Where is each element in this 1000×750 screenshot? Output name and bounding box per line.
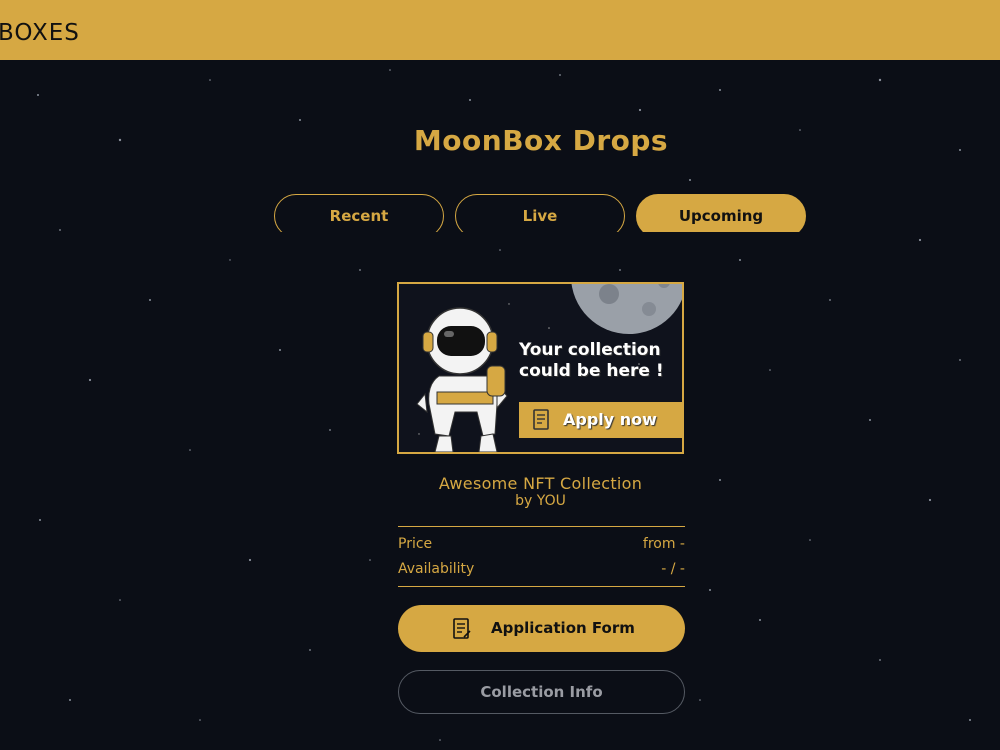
apply-now-label: Apply now <box>563 410 657 429</box>
availability-label: Availability <box>398 561 475 577</box>
page-title: MoonBox Drops <box>413 124 669 157</box>
divider-top <box>398 526 685 527</box>
top-navigation-bar: BOXES <box>0 0 1000 60</box>
banner-tagline: Your collection could be here ! <box>519 340 679 382</box>
tab-live[interactable]: Live <box>455 194 625 232</box>
banner-line-2: could be here ! <box>519 361 664 381</box>
apply-now-button[interactable]: Apply now <box>519 402 682 438</box>
collection-title: Awesome NFT Collection <box>438 474 643 493</box>
astronaut-icon <box>416 307 508 452</box>
price-value: from - <box>642 536 685 552</box>
drop-tabs: Recent Live Upcoming <box>274 194 810 232</box>
collection-creator: by YOU <box>515 493 566 509</box>
tab-recent[interactable]: Recent <box>274 194 444 232</box>
price-label: Price <box>398 536 433 552</box>
divider-bottom <box>398 586 685 587</box>
collection-banner[interactable]: Your collection could be here ! Apply no… <box>397 282 684 454</box>
price-row: Price from - <box>398 536 685 556</box>
application-form-label: Application Form <box>491 619 635 637</box>
tab-upcoming[interactable]: Upcoming <box>636 194 806 232</box>
availability-row: Availability - / - <box>398 561 685 581</box>
document-icon <box>453 618 471 639</box>
brand-logo-text[interactable]: BOXES <box>0 20 80 46</box>
document-icon <box>533 409 549 430</box>
banner-line-1: Your collection <box>519 340 661 360</box>
availability-value: - / - <box>661 561 685 577</box>
collection-info-button[interactable]: Collection Info <box>398 670 685 714</box>
application-form-button[interactable]: Application Form <box>398 605 685 652</box>
